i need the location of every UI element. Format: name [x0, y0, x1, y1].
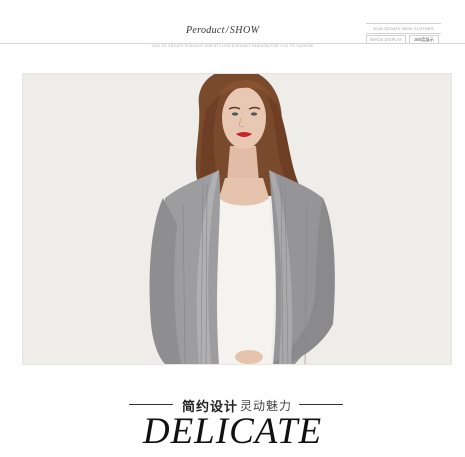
brand-title: Peroduct/SHOW	[186, 25, 260, 36]
brand-word: Peroduct	[186, 25, 225, 36]
left-eye	[231, 112, 239, 116]
delicate-heading: DELICATE	[142, 411, 323, 452]
caption-line-right	[299, 404, 343, 405]
hand	[235, 350, 263, 364]
header: Peroduct/SHOW YOU TO CREATE ELEGANT AND …	[0, 0, 465, 62]
product-photo	[22, 73, 452, 365]
caption-line-left	[129, 404, 173, 405]
season-tag: 2018 SEDATE NEW CLOTHES	[366, 23, 441, 34]
brand-show: SHOW	[229, 25, 260, 36]
neck	[227, 146, 259, 182]
face	[222, 87, 266, 149]
right-eye	[250, 112, 258, 116]
360-view-label: 360度展示	[409, 35, 439, 44]
chest	[219, 178, 269, 206]
display-tag: IMAGE DISPLAY 360度展示	[366, 35, 441, 44]
brand-separator: /	[225, 25, 229, 36]
image-display-label: IMAGE DISPLAY	[366, 35, 406, 44]
model-illustration	[149, 74, 335, 364]
white-top	[213, 198, 275, 364]
